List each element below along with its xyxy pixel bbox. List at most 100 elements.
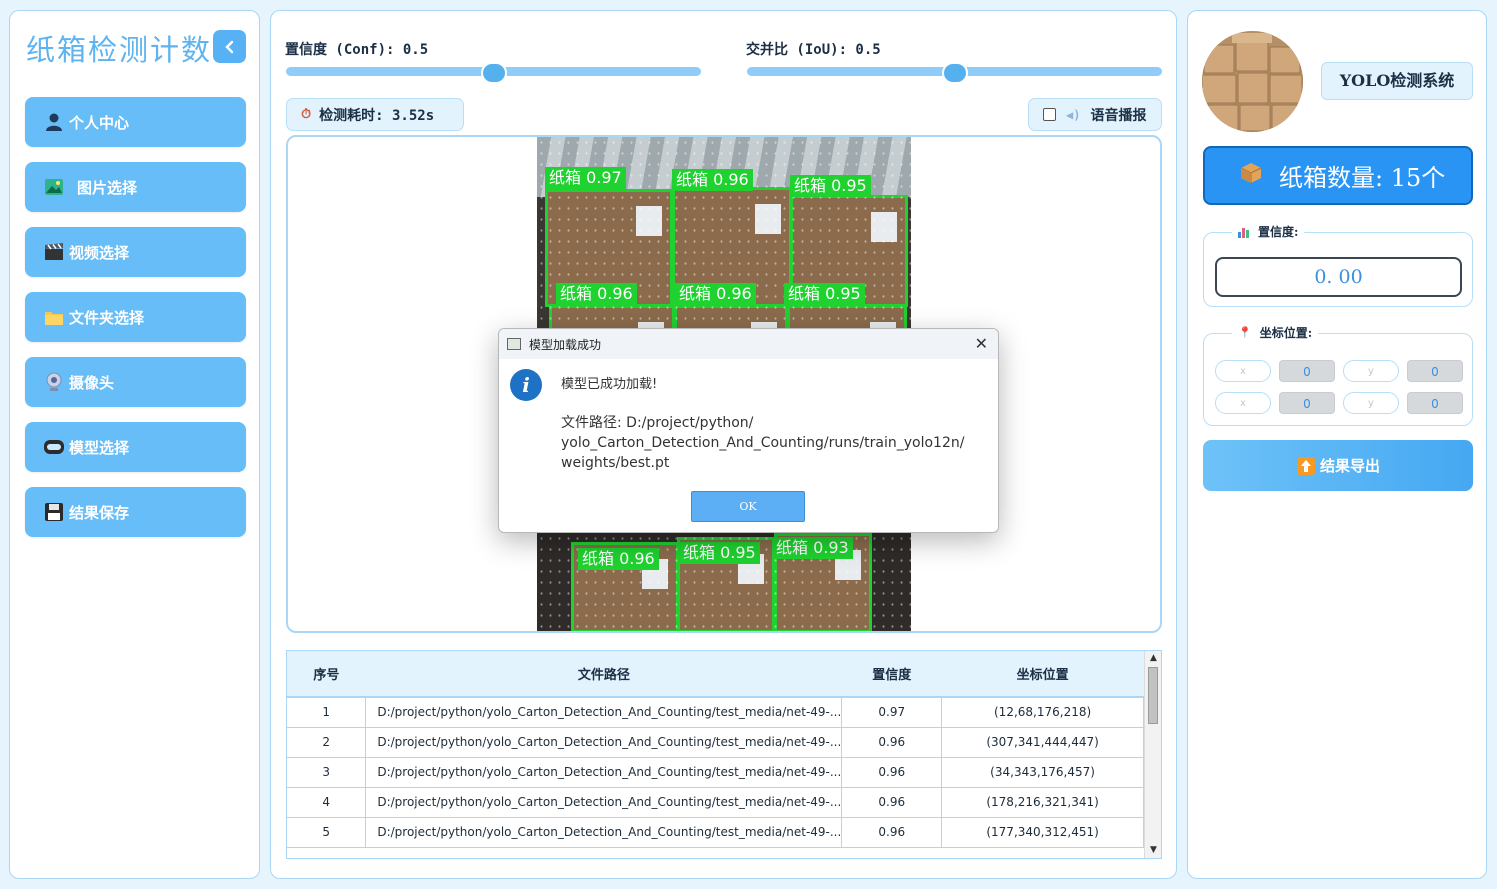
- cell-coordinates: (307,341,444,447): [941, 727, 1144, 758]
- cell-coordinates: (178,216,321,341): [941, 787, 1144, 818]
- cell-confidence: 0.96: [841, 787, 943, 818]
- cell-coordinates: (177,340,312,451): [941, 817, 1144, 848]
- dialog-path-line: 文件路径: D:/project/python/: [561, 415, 754, 431]
- sidebar-item-camera[interactable]: 摄像头: [25, 357, 246, 407]
- table-row[interactable]: 1 D:/project/python/yolo_Carton_Detection…: [287, 697, 1144, 728]
- cell-path: D:/project/python/yolo_Carton_Detection_…: [365, 727, 843, 758]
- detection-label: 纸箱 0.95: [790, 175, 871, 197]
- person-icon: [43, 111, 65, 133]
- dialog-path-line: weights/best.pt: [561, 455, 670, 471]
- confidence-group-label: 置信度:: [1258, 225, 1299, 239]
- sidebar: 纸箱检测计数 个人中心 图片选择 视频选择 文件夹选择 摄像头 模型选择 结果保…: [9, 10, 260, 879]
- sidebar-item-label: 文件夹选择: [69, 308, 145, 327]
- info-panel: YOLO检测系统 纸箱数量: 15个 置信度: 0. 00 📍 坐标位置: x …: [1187, 10, 1487, 879]
- table-scrollbar[interactable]: ▲ ▼: [1144, 651, 1161, 858]
- info-icon: i: [510, 369, 542, 401]
- carton-count-display: 纸箱数量: 15个: [1203, 146, 1473, 205]
- scroll-up-icon[interactable]: ▲: [1145, 651, 1161, 666]
- cell-index: 4: [287, 787, 367, 818]
- cell-path: D:/project/python/yolo_Carton_Detection_…: [365, 787, 843, 818]
- ok-button[interactable]: OK: [691, 491, 805, 522]
- avatar: [1202, 31, 1303, 132]
- cell-index: 3: [287, 757, 367, 788]
- detection-label: 纸箱 0.96: [672, 169, 753, 191]
- close-icon[interactable]: ✕: [975, 334, 988, 353]
- sidebar-item-profile[interactable]: 个人中心: [25, 97, 246, 147]
- confidence-group: 置信度: 0. 00: [1203, 223, 1473, 307]
- sidebar-item-video-select[interactable]: 视频选择: [25, 227, 246, 277]
- image-icon: [43, 176, 65, 198]
- sidebar-item-label: 摄像头: [69, 373, 115, 392]
- cell-index: 2: [287, 727, 367, 758]
- confidence-group-title: 置信度:: [1232, 223, 1305, 240]
- coord-value-xmax: 0: [1279, 392, 1335, 414]
- confidence-value-field: 0. 00: [1215, 257, 1462, 297]
- table-row[interactable]: 2 D:/project/python/yolo_Carton_Detection…: [287, 727, 1144, 758]
- column-header-confidence[interactable]: 置信度: [841, 651, 942, 698]
- cell-index: 1: [287, 697, 367, 728]
- voice-checkbox[interactable]: [1043, 108, 1056, 121]
- cell-coordinates: (34,343,176,457): [941, 757, 1144, 788]
- dialog-title: 模型加载成功: [529, 337, 602, 352]
- coordinates-group-title: 📍 坐标位置:: [1232, 324, 1319, 341]
- table-row[interactable]: 5 D:/project/python/yolo_Carton_Detection…: [287, 817, 1144, 848]
- detection-label: 纸箱 0.96: [675, 283, 756, 305]
- sidebar-item-label: 个人中心: [69, 113, 130, 132]
- detection-label: 纸箱 0.96: [578, 548, 659, 570]
- table-header-row: 序号 文件路径 置信度 坐标位置: [287, 651, 1144, 698]
- sidebar-item-save-results[interactable]: 结果保存: [25, 487, 246, 537]
- app-title: 纸箱检测计数: [26, 33, 213, 67]
- detection-label: 纸箱 0.95: [679, 542, 760, 564]
- iou-slider-label: 交并比 (IoU): 0.5: [746, 42, 881, 58]
- export-results-button[interactable]: 结果导出: [1203, 440, 1473, 491]
- coord-label-xmin: x: [1215, 360, 1271, 382]
- speaker-icon: ◀): [1066, 107, 1081, 122]
- sidebar-item-label: 图片选择: [77, 178, 138, 197]
- conf-slider-handle[interactable]: [480, 62, 507, 84]
- coord-value-ymin: 0: [1407, 360, 1463, 382]
- iou-slider[interactable]: [747, 62, 1162, 84]
- pushpin-icon: 📍: [1238, 326, 1252, 339]
- cell-confidence: 0.96: [841, 757, 943, 788]
- chevron-left-icon: [224, 40, 233, 53]
- sidebar-item-model-select[interactable]: 模型选择: [25, 422, 246, 472]
- detection-label: 纸箱 0.95: [784, 283, 865, 305]
- detection-time-label: 检测耗时: 3.52s: [319, 107, 435, 124]
- cell-coordinates: (12,68,176,218): [941, 697, 1144, 728]
- voice-toggle[interactable]: ◀) 语音播报: [1028, 98, 1162, 131]
- dialog-file-path: 文件路径: D:/project/python/ yolo_Carton_Det…: [561, 413, 981, 473]
- coordinates-group-label: 坐标位置:: [1259, 326, 1313, 340]
- table-row[interactable]: 4 D:/project/python/yolo_Carton_Detection…: [287, 787, 1144, 818]
- conf-slider[interactable]: [286, 62, 701, 84]
- cell-path: D:/project/python/yolo_Carton_Detection_…: [365, 757, 843, 788]
- iou-slider-handle[interactable]: [941, 62, 968, 84]
- conf-slider-label: 置信度 (Conf): 0.5: [285, 42, 429, 58]
- cell-confidence: 0.96: [841, 817, 943, 848]
- coord-label-xmax: x: [1215, 392, 1271, 414]
- coord-value-ymax: 0: [1407, 392, 1463, 414]
- dialog-path-line: yolo_Carton_Detection_And_Counting/runs/…: [561, 435, 965, 451]
- app-window-icon: [507, 338, 521, 350]
- sidebar-item-label: 视频选择: [69, 243, 130, 262]
- column-header-coordinates[interactable]: 坐标位置: [941, 651, 1144, 698]
- sidebar-item-label: 结果保存: [69, 503, 130, 522]
- webcam-icon: [43, 371, 65, 393]
- floppy-icon: [43, 501, 65, 523]
- column-header-index[interactable]: 序号: [287, 651, 366, 698]
- sidebar-item-image-select[interactable]: 图片选择: [25, 162, 246, 212]
- coord-value-xmin: 0: [1279, 360, 1335, 382]
- sidebar-item-label: 模型选择: [69, 438, 130, 457]
- detection-label: 纸箱 0.97: [545, 167, 626, 189]
- sidebar-item-folder-select[interactable]: 文件夹选择: [25, 292, 246, 342]
- export-label: 结果导出: [1319, 457, 1380, 475]
- carton-count-label: 纸箱数量: 15个: [1279, 164, 1446, 192]
- clapperboard-icon: [43, 241, 65, 263]
- model-loaded-dialog: 模型加载成功 ✕ i 模型已成功加载! 文件路径: D:/project/pyt…: [498, 328, 999, 533]
- column-header-path[interactable]: 文件路径: [365, 651, 842, 698]
- collapse-sidebar-button[interactable]: [213, 30, 246, 63]
- table-row[interactable]: 3 D:/project/python/yolo_Carton_Detection…: [287, 757, 1144, 788]
- dialog-titlebar: 模型加载成功: [499, 329, 998, 359]
- dialog-message: 模型已成功加载!: [561, 377, 658, 392]
- scroll-down-icon[interactable]: ▼: [1145, 843, 1161, 858]
- scrollbar-thumb[interactable]: [1148, 667, 1158, 724]
